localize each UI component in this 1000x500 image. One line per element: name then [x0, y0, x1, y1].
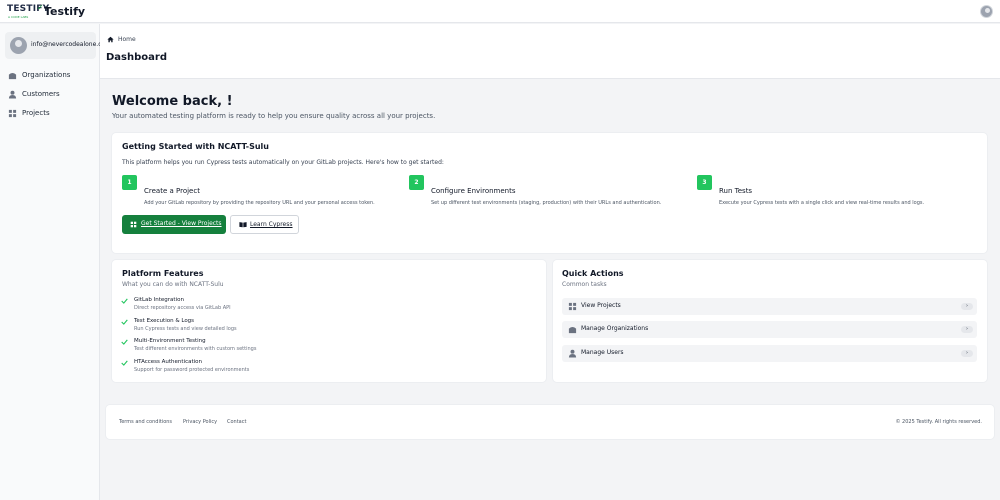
home-icon[interactable]: [107, 36, 114, 43]
person-icon: [8, 90, 17, 99]
feature-title: Test Execution & Logs: [134, 318, 195, 324]
platform-features-card: Platform Features What you can do with N…: [112, 260, 546, 382]
chevron-right-icon: ›: [961, 303, 973, 310]
footer-link-contact[interactable]: Contact: [227, 419, 246, 426]
feature-item: GitLab Integration Direct repository acc…: [121, 297, 521, 315]
feature-description: Test different environments with custom …: [134, 346, 257, 352]
grid-icon: [8, 109, 17, 118]
check-icon: [121, 319, 128, 325]
quick-action-label: View Projects: [581, 302, 621, 309]
getting-started-title: Getting Started with NCATT-Sulu: [122, 142, 269, 151]
step-title: Configure Environments: [431, 187, 516, 195]
feature-item: Multi-Environment Testing Test different…: [121, 338, 521, 356]
copyright-text: © 2025 Testify. All rights reserved.: [895, 419, 982, 425]
user-avatar: [10, 37, 27, 54]
testify-logo[interactable]: TESTIFY ✓ A CODE LABS: [7, 3, 49, 19]
step-description: Set up different test environments (stag…: [431, 200, 662, 206]
quick-actions-card: Quick Actions Common tasks View Projects…: [553, 260, 987, 382]
check-icon: [121, 339, 128, 345]
book-icon: [239, 222, 247, 228]
page-header: Home Dashboard: [100, 24, 1000, 79]
sidebar-item-label: Projects: [22, 109, 50, 117]
sidebar-item-customers[interactable]: Customers: [8, 88, 96, 102]
manage-organizations-action[interactable]: Manage Organizations ›: [562, 321, 977, 338]
step-description: Execute your Cypress tests with a single…: [719, 200, 925, 206]
user-avatar-icon[interactable]: [980, 5, 993, 18]
feature-item: Test Execution & Logs Run Cypress tests …: [121, 318, 521, 336]
step-number-badge: 2: [409, 175, 424, 190]
quick-actions-subtitle: Common tasks: [562, 281, 607, 288]
manage-users-action[interactable]: Manage Users ›: [562, 345, 977, 362]
features-subtitle: What you can do with NCATT-Sulu: [122, 281, 224, 288]
getting-started-intro: This platform helps you run Cypress test…: [122, 159, 444, 166]
check-icon: [121, 360, 128, 366]
logo-tagline: A CODE LABS: [8, 15, 29, 19]
feature-item: HTAccess Authentication Support for pass…: [121, 359, 521, 377]
step-number-badge: 3: [697, 175, 712, 190]
check-icon: [121, 298, 128, 304]
view-projects-action[interactable]: View Projects ›: [562, 298, 977, 315]
user-email: info@nevercodealone.de: [31, 41, 106, 48]
quick-action-label: Manage Users: [581, 349, 624, 356]
person-icon: [568, 349, 577, 358]
feature-title: Multi-Environment Testing: [134, 338, 206, 344]
breadcrumb-home[interactable]: Home: [118, 36, 136, 43]
feature-title: HTAccess Authentication: [134, 359, 203, 365]
sidebar-item-organizations[interactable]: Organizations: [8, 69, 96, 83]
chevron-right-icon: ›: [961, 326, 973, 333]
grid-icon: [568, 302, 577, 311]
sidebar-item-label: Organizations: [22, 71, 71, 79]
grid-icon: [130, 221, 137, 228]
sidebar-item-label: Customers: [22, 90, 60, 98]
sidebar: info@nevercodealone.de Organizations Cus…: [0, 24, 106, 500]
get-started-button[interactable]: Get Started - View Projects: [122, 215, 226, 234]
welcome-title: Welcome back, !: [112, 94, 233, 109]
step-number-badge: 1: [122, 175, 137, 190]
features-title: Platform Features: [122, 269, 204, 278]
footer-link-privacy[interactable]: Privacy Policy: [183, 419, 217, 426]
building-icon: [568, 327, 577, 334]
feature-description: Direct repository access via GitLab API: [134, 305, 231, 311]
top-bar: TESTIFY ✓ A CODE LABS Testify: [0, 0, 1000, 23]
feature-description: Support for password protected environme…: [134, 367, 250, 373]
learn-cypress-label: Learn Cypress: [250, 221, 293, 228]
building-icon: [8, 73, 17, 80]
sidebar-item-projects[interactable]: Projects: [8, 107, 96, 121]
page-title: Dashboard: [106, 52, 167, 63]
quick-actions-title: Quick Actions: [562, 269, 624, 278]
quick-action-label: Manage Organizations: [581, 325, 649, 332]
learn-cypress-button[interactable]: Learn Cypress: [230, 215, 299, 234]
chevron-right-icon: ›: [961, 350, 973, 357]
welcome-subtitle: Your automated testing platform is ready…: [112, 112, 436, 120]
getting-started-card: Getting Started with NCATT-Sulu This pla…: [112, 133, 987, 253]
step-description: Add your GitLab repository by providing …: [144, 200, 375, 206]
step-title: Create a Project: [144, 187, 200, 195]
footer-link-terms[interactable]: Terms and conditions: [119, 419, 172, 426]
user-card[interactable]: info@nevercodealone.de: [5, 32, 106, 59]
footer: Terms and conditions Privacy Policy Cont…: [106, 405, 994, 439]
get-started-label: Get Started - View Projects: [141, 220, 222, 227]
step-title: Run Tests: [719, 187, 753, 195]
logo-check-icon: ✓: [37, 3, 44, 12]
feature-title: GitLab Integration: [134, 297, 184, 303]
app-title: Testify: [44, 5, 86, 18]
feature-description: Run Cypress tests and view detailed logs: [134, 326, 237, 332]
